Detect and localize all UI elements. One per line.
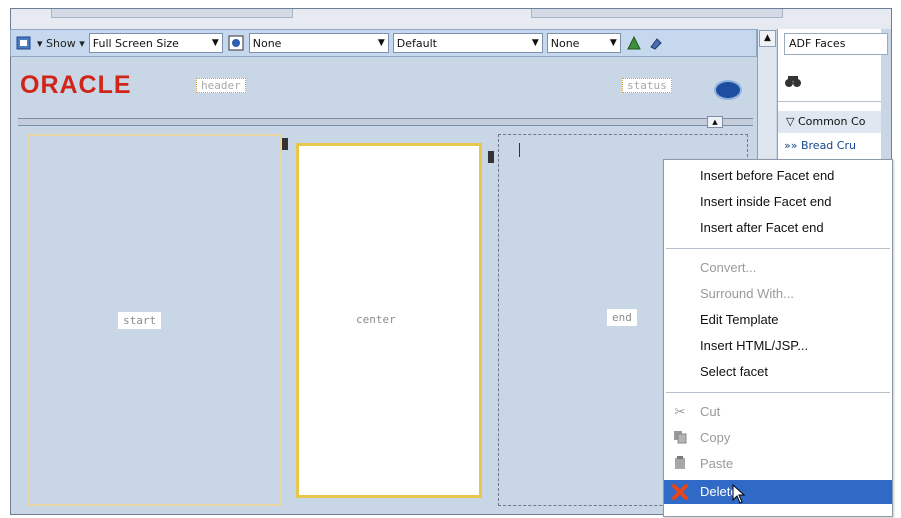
design-toolbar: ▾ Show ▾ Full Screen Size ▼ None ▼ Default…: [10, 29, 757, 57]
oracle-logo: ORACLE: [20, 71, 132, 99]
top-tab-right[interactable]: [531, 9, 783, 18]
menu-insert-inside-facet[interactable]: Insert inside Facet end: [664, 190, 892, 214]
menu-delete[interactable]: Delete: [664, 480, 892, 504]
menu-separator: [666, 392, 890, 393]
collapse-up-icon[interactable]: ▲: [707, 116, 723, 128]
chevron-down-icon: ▼: [609, 38, 617, 48]
menu-convert[interactable]: Convert...: [664, 256, 892, 280]
menu-cut[interactable]: ✂ Cut: [664, 400, 892, 424]
component-icon[interactable]: [625, 34, 643, 52]
menu-insert-before-facet[interactable]: Insert before Facet end: [664, 164, 892, 188]
options-value: None: [550, 36, 580, 50]
copy-icon: [672, 430, 688, 446]
menu-insert-after-facet[interactable]: Insert after Facet end: [664, 216, 892, 240]
scissors-icon: ✂: [674, 404, 686, 419]
palette-library-select[interactable]: ADF Faces: [784, 33, 888, 55]
start-facet-label: start: [118, 312, 162, 329]
menu-copy-label: Copy: [700, 430, 731, 445]
menu-copy[interactable]: Copy: [664, 426, 892, 450]
palette-section-common[interactable]: ▽ Common Co: [778, 111, 881, 133]
paint-icon[interactable]: [647, 34, 665, 52]
palette-section-label: Common Co: [797, 115, 866, 128]
skin-value: None: [252, 36, 282, 50]
template-header: ORACLE header status: [10, 66, 755, 112]
delete-x-icon: [672, 484, 688, 500]
mouse-pointer-icon: [732, 483, 746, 507]
binoculars-icon[interactable]: [784, 73, 802, 93]
center-facet-label: center: [356, 313, 396, 326]
paste-icon: [672, 456, 688, 472]
chevron-down-icon: ▼: [211, 38, 219, 48]
locale-value: Default: [396, 36, 437, 50]
locale-select[interactable]: Default ▼: [392, 33, 543, 53]
chevron-down-icon: ▼: [531, 38, 539, 48]
show-menu[interactable]: ▾ Show ▾: [37, 37, 85, 50]
skin-icon[interactable]: [227, 34, 245, 52]
menu-cut-label: Cut: [700, 404, 721, 419]
options-select[interactable]: None ▼: [546, 33, 621, 53]
palette-item-breadcrumbs[interactable]: »» Bread Cru: [784, 139, 856, 152]
center-pane[interactable]: center: [296, 143, 482, 498]
context-menu: Insert before Facet end Insert inside Fa…: [663, 159, 893, 517]
menu-paste[interactable]: Paste: [664, 452, 892, 476]
screen-size-select[interactable]: Full Screen Size ▼: [88, 33, 223, 53]
end-facet-label: end: [607, 309, 637, 326]
menu-paste-label: Paste: [700, 456, 734, 471]
top-tab-left[interactable]: [51, 9, 293, 18]
palette-item-label: Bread Cru: [800, 139, 856, 152]
menu-select-facet[interactable]: Select facet: [664, 360, 892, 384]
splitter-right-handle[interactable]: [488, 151, 494, 163]
header-facet-label: header: [196, 78, 246, 93]
menu-separator: [666, 248, 890, 249]
status-facet-label: status: [622, 78, 672, 93]
screen-size-value: Full Screen Size: [92, 36, 179, 50]
status-indicator-icon: [714, 80, 742, 100]
menu-edit-template[interactable]: Edit Template: [664, 308, 892, 332]
skin-select[interactable]: None ▼: [248, 33, 389, 53]
scroll-up-icon[interactable]: ▲: [759, 30, 776, 47]
show-label: Show: [46, 36, 76, 50]
page-icon[interactable]: [15, 34, 33, 52]
chevron-down-icon: ▼: [377, 38, 385, 48]
top-tab-strip: [11, 9, 891, 29]
text-cursor: [519, 143, 520, 157]
start-pane[interactable]: start: [28, 134, 282, 506]
header-separator: [18, 118, 753, 126]
menu-surround-with[interactable]: Surround With...: [664, 282, 892, 306]
palette-divider: [778, 101, 881, 102]
splitter-left-handle[interactable]: [282, 138, 288, 150]
menu-insert-html-jsp[interactable]: Insert HTML/JSP...: [664, 334, 892, 358]
